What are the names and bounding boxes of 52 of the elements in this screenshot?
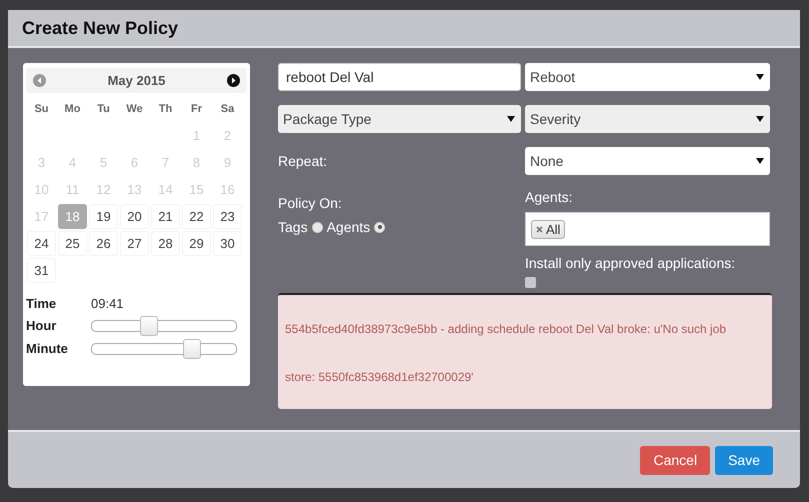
calendar-day[interactable]: 23: [213, 204, 242, 229]
calendar-day[interactable]: 25: [58, 231, 87, 256]
calendar-day[interactable]: 26: [89, 231, 118, 256]
calendar-day[interactable]: 27: [120, 231, 149, 256]
calendar-day[interactable]: 19: [89, 204, 118, 229]
name-field[interactable]: reboot Del Val: [278, 63, 521, 91]
dialog-title: Create New Policy: [22, 18, 178, 38]
caret-icon: [756, 116, 764, 122]
radio-label: Agents: [326, 219, 370, 235]
slider-handle[interactable]: [140, 316, 158, 336]
agent-tag[interactable]: All: [531, 220, 566, 238]
remove-icon[interactable]: [536, 226, 543, 232]
caret-icon: [756, 158, 764, 164]
weekday-label: Mo: [64, 102, 82, 116]
repeat-label: Repeat:: [278, 153, 328, 169]
checkbox[interactable]: [525, 277, 536, 288]
radio-label: Tags: [278, 219, 308, 235]
radio-button[interactable]: [374, 222, 386, 232]
weekday-label: Sa: [220, 102, 236, 116]
calendar-day[interactable]: 29: [182, 231, 211, 256]
time-label: Time: [26, 296, 58, 310]
calendar-day[interactable]: 31: [27, 258, 56, 283]
calendar-day[interactable]: 21: [151, 204, 180, 229]
caret-icon: [756, 74, 764, 80]
cancel-button[interactable]: Cancel: [640, 446, 710, 474]
calendar-day[interactable]: 24: [27, 231, 56, 256]
calendar-day[interactable]: 20: [120, 204, 149, 229]
weekday-label: Tu: [96, 102, 111, 116]
error-message: 554b5fced40fd38973c9e5bb - adding schedule reboot Del Val broke: u'No such job: [285, 321, 728, 338]
slider-handle[interactable]: [183, 338, 202, 358]
slider-label: Minute: [26, 341, 69, 356]
slider-label: Hour: [26, 318, 58, 333]
error-message: store: 5550fc853968d1ef32700029': [285, 369, 474, 386]
calendar-day[interactable]: 30: [213, 231, 242, 256]
caret-icon: [507, 116, 515, 122]
weekday-label: Fr: [190, 102, 203, 116]
dropdown[interactable]: Reboot: [525, 63, 770, 91]
weekday-label: Th: [158, 102, 174, 116]
weekday-label: Su: [33, 102, 50, 116]
agents-field[interactable]: All: [525, 212, 770, 246]
agents-label: Agents:: [525, 189, 572, 205]
calendar-day[interactable]: 28: [151, 231, 180, 256]
approved-label: Install only approved applications:: [525, 255, 736, 271]
radio-button[interactable]: [312, 222, 323, 232]
next-icon[interactable]: [226, 74, 240, 87]
save-button[interactable]: Save: [715, 446, 773, 474]
weekday-label: We: [125, 102, 144, 116]
calendar-day[interactable]: 22: [182, 204, 211, 229]
dropdown[interactable]: None: [525, 147, 770, 175]
time-value: 09:41: [91, 296, 124, 310]
policy-on-label: Policy On:: [278, 195, 343, 211]
month-title: May 2015: [108, 73, 166, 88]
